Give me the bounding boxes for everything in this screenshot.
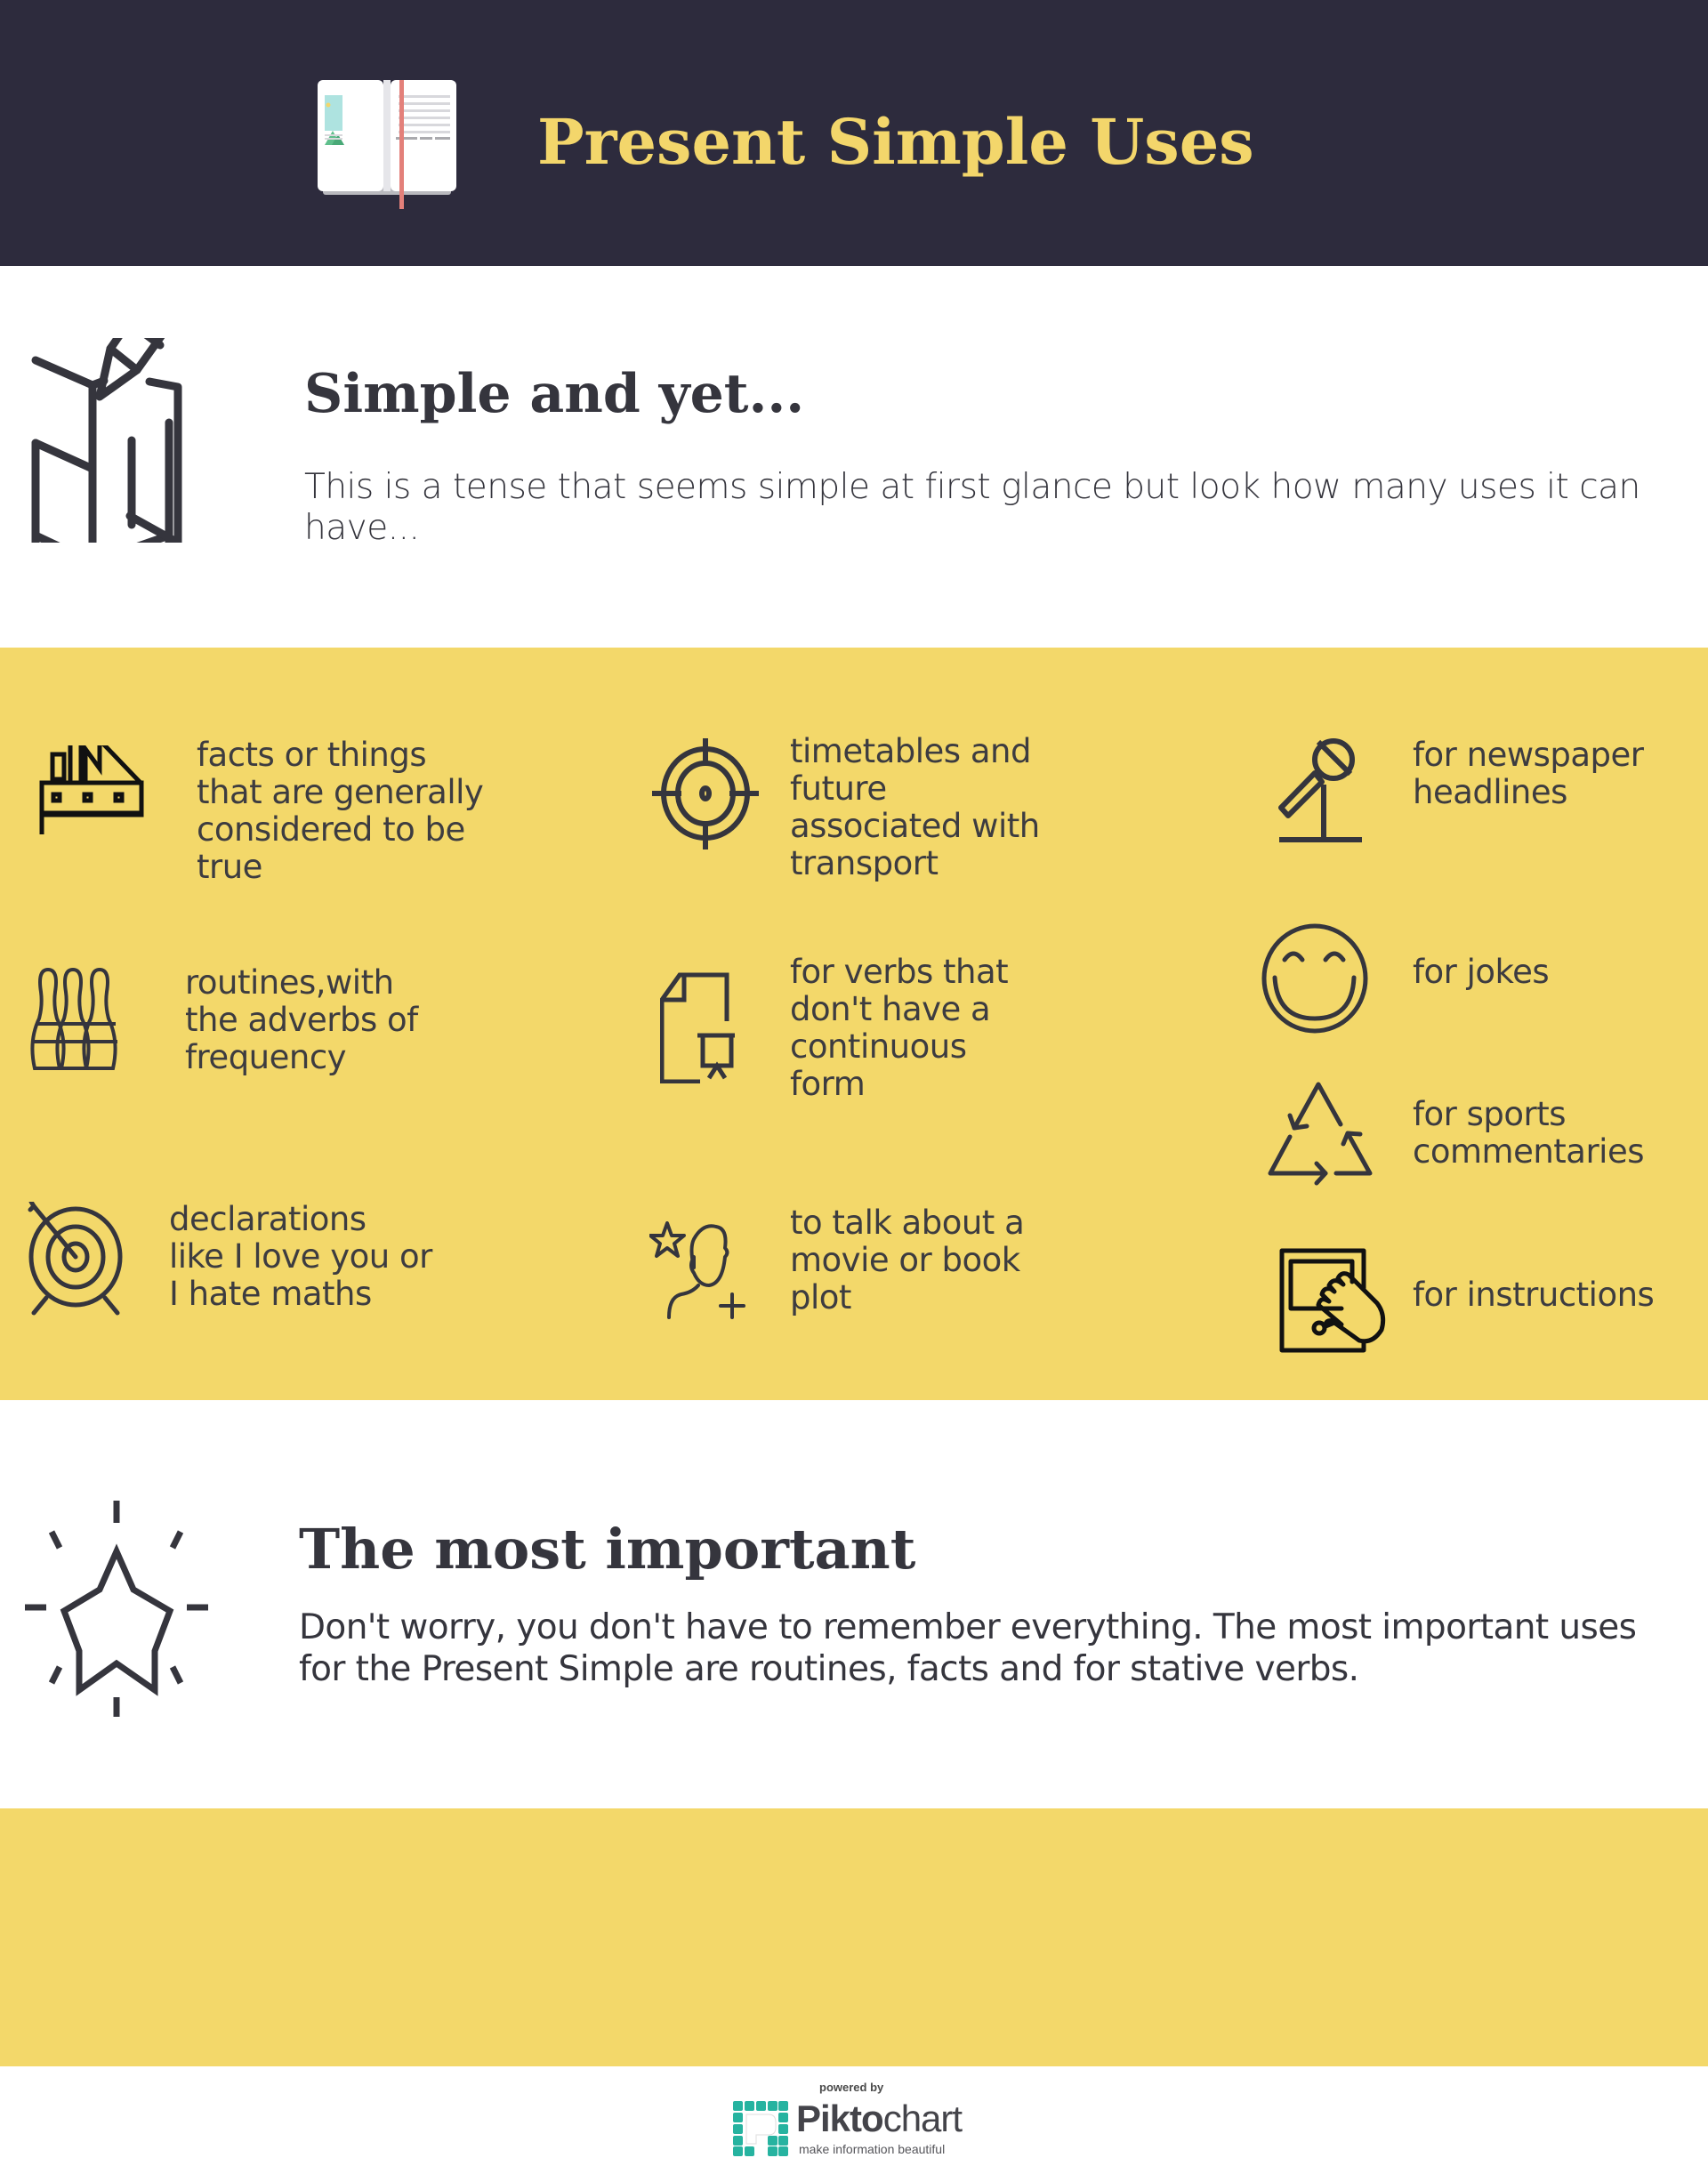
intro-heading: Simple and yet... xyxy=(304,363,805,425)
piktochart-logo-icon[interactable] xyxy=(733,2101,788,2156)
tablet-touch-icon xyxy=(1279,1248,1386,1353)
use-text: declarations like I love you or I hate m… xyxy=(169,1200,432,1313)
map-pencil-icon xyxy=(31,338,182,543)
powered-by-label: powered by xyxy=(819,2081,884,2094)
intro-text: This is a tense that seems simple at fir… xyxy=(304,467,1640,548)
brand-bold: Pikto xyxy=(796,2098,884,2139)
use-text: timetables and future associated with tr… xyxy=(790,732,1040,882)
smiley-face-icon xyxy=(1261,923,1368,1034)
use-text: routines,with the adverbs of frequency xyxy=(185,963,418,1076)
brand-light: chart xyxy=(882,2098,963,2139)
page-title: Present Simple Uses xyxy=(537,105,1254,179)
use-text: for newspaper headlines xyxy=(1413,736,1644,811)
microphone-icon xyxy=(1278,738,1362,842)
piktochart-brand[interactable]: Piktochart xyxy=(796,2098,963,2140)
use-text: for jokes xyxy=(1413,953,1550,991)
archery-target-icon xyxy=(28,1202,123,1316)
important-heading: The most important xyxy=(299,1517,916,1582)
recycle-icon xyxy=(1268,1082,1373,1186)
user-star-add-icon xyxy=(649,1221,745,1319)
important-text: Don't worry, you don't have to remember … xyxy=(299,1607,1637,1689)
piktochart-tagline: make information beautiful xyxy=(799,2142,946,2156)
use-text: for instructions xyxy=(1413,1276,1655,1314)
uses-section: facts or things that are generally consi… xyxy=(0,648,1708,1400)
use-text: to talk about a movie or book plot xyxy=(790,1204,1025,1316)
use-text: for verbs that don't have a continuous f… xyxy=(790,953,1009,1103)
bowling-pins-icon xyxy=(30,967,117,1070)
shining-star-icon xyxy=(25,1501,208,1717)
use-text: facts or things that are generally consi… xyxy=(197,736,484,886)
document-presentation-icon xyxy=(660,972,735,1083)
open-book-icon xyxy=(318,80,456,209)
header-banner: Present Simple Uses xyxy=(0,0,1708,266)
decorative-band xyxy=(0,1808,1708,2066)
factory-icon xyxy=(39,745,144,834)
use-text: for sports commentaries xyxy=(1413,1095,1645,1171)
crosshair-icon xyxy=(652,738,759,849)
